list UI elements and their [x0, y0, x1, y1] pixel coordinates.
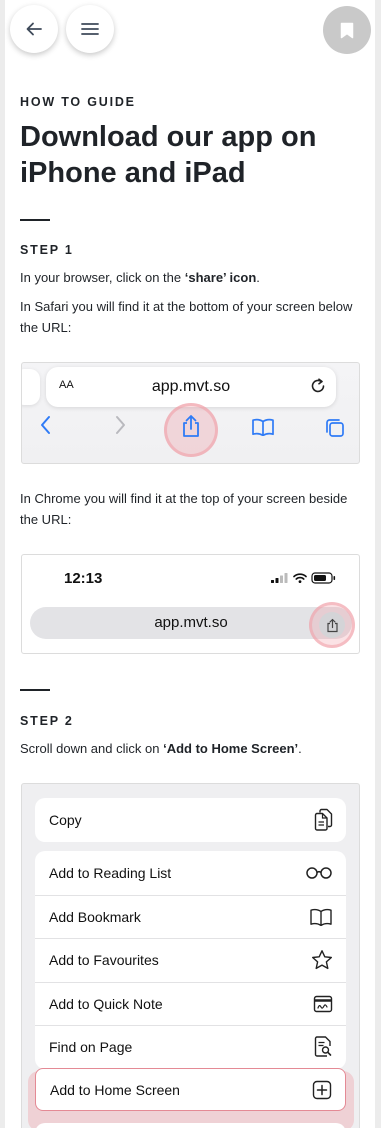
chrome-share-button [319, 612, 345, 638]
chrome-screenshot: 12:13 app.mvt.so [21, 554, 360, 654]
bookmark-icon [340, 22, 354, 38]
arrow-left-icon [26, 22, 42, 36]
divider [20, 219, 50, 221]
menu-button[interactable] [66, 5, 114, 53]
left-edge [0, 0, 5, 1128]
guide-eyebrow: HOW TO GUIDE [20, 95, 136, 109]
chevron-right-icon [113, 415, 127, 435]
back-button[interactable] [10, 5, 58, 53]
tabs-icon [324, 417, 346, 439]
menu-item-find-on-page: Find on Page [35, 1025, 346, 1069]
safari-instruction: In Safari you will find it at the bottom… [20, 299, 353, 335]
chevron-left-icon [39, 415, 53, 435]
step-2-instruction: Scroll down and click on ‘Add to Home Sc… [20, 741, 302, 756]
right-edge [375, 0, 381, 1128]
status-time: 12:13 [64, 570, 103, 587]
step-1-label: STEP 1 [20, 243, 74, 257]
menu-item-copy: Copy [35, 798, 346, 842]
reload-icon [310, 376, 326, 394]
safari-address-bar: AA app.mvt.so [46, 367, 336, 407]
book-icon [251, 418, 275, 436]
copy-icon [313, 808, 333, 832]
step-2-label: STEP 2 [20, 714, 74, 728]
chrome-instruction: In Chrome you will find it at the top of… [20, 491, 348, 527]
copy-group: Copy [35, 798, 346, 842]
divider [20, 689, 50, 691]
page-title: Download our app on iPhone and iPad [20, 121, 317, 189]
share-icon [180, 414, 202, 438]
menu-item-favourites: Add to Favourites [35, 938, 346, 982]
share-icon [326, 618, 338, 632]
menu-item-reading-list: Add to Reading List [35, 851, 346, 895]
plus-square-icon [312, 1080, 332, 1100]
hamburger-icon [81, 23, 99, 35]
status-icons [271, 572, 337, 584]
share-sheet-screenshot: Copy Add to Reading List Add Bookmark Ad… [21, 783, 360, 1128]
step-1-instruction: In your browser, click on the ‘share’ ic… [20, 270, 260, 285]
book-icon [309, 908, 333, 926]
actions-group: Add to Reading List Add Bookmark Add to … [35, 851, 346, 1069]
quick-note-icon [313, 995, 333, 1013]
menu-item-quick-note: Add to Quick Note [35, 981, 346, 1026]
menu-item-bookmark: Add Bookmark [35, 894, 346, 939]
safari-screenshot: AA app.mvt.so [21, 362, 360, 464]
safari-url: app.mvt.so [151, 378, 231, 395]
bookmark-button[interactable] [323, 6, 371, 54]
find-icon [313, 1035, 333, 1059]
chrome-url: app.mvt.so [154, 614, 228, 631]
star-icon [311, 949, 333, 971]
glasses-icon [305, 866, 333, 880]
chrome-address-bar: app.mvt.so [30, 607, 352, 639]
menu-item-add-to-home-screen: Add to Home Screen [35, 1068, 346, 1111]
